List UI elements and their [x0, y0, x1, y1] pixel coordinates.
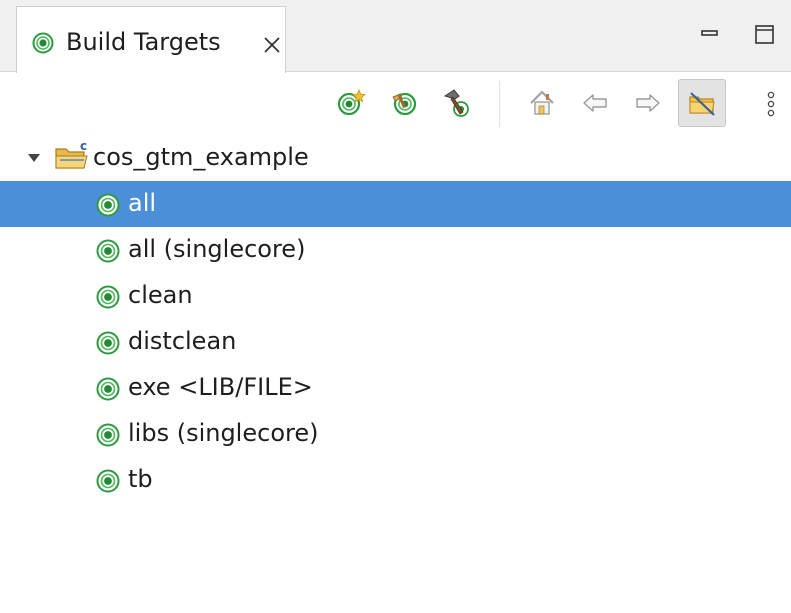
- target-label: all (singlecore): [128, 235, 306, 263]
- home-icon: [530, 90, 554, 115]
- hide-non-build-folders-icon: [689, 92, 715, 116]
- tree-row-target[interactable]: tb: [0, 457, 791, 503]
- c-project-folder-icon: c: [55, 141, 88, 169]
- target-label: clean: [128, 281, 193, 309]
- build-target-icon: [96, 285, 120, 309]
- tab-title: Build Targets: [66, 28, 221, 56]
- view-menu-button[interactable]: [758, 89, 784, 119]
- home-button[interactable]: [518, 79, 566, 127]
- forward-button[interactable]: [624, 79, 672, 127]
- build-target-icon: [96, 377, 120, 401]
- edit-target-button[interactable]: [381, 79, 429, 127]
- project-label: cos_gtm_example: [93, 143, 309, 171]
- new-target-icon: [337, 88, 366, 116]
- tree-row-project[interactable]: c cos_gtm_example: [0, 135, 791, 181]
- maximize-icon[interactable]: [752, 22, 778, 48]
- build-target-icon: [96, 469, 120, 493]
- view-menu-icon: [767, 91, 775, 117]
- expand-arrow-icon[interactable]: [26, 151, 42, 165]
- minimize-icon[interactable]: [697, 22, 723, 48]
- target-label: all: [128, 189, 157, 217]
- build-targets-tree: c cos_gtm_example all all (singlecore) c…: [0, 135, 791, 613]
- toolbar-separator: [499, 81, 500, 127]
- svg-text:c: c: [80, 141, 87, 153]
- build-target-button[interactable]: [432, 79, 480, 127]
- tree-row-target[interactable]: exe <LIB/FILE>: [0, 365, 791, 411]
- forward-arrow-icon: [636, 94, 660, 112]
- build-hammer-icon: [443, 89, 469, 117]
- build-target-icon: [32, 32, 54, 54]
- tree-row-target[interactable]: distclean: [0, 319, 791, 365]
- tree-row-target[interactable]: all: [0, 181, 791, 227]
- build-target-icon: [96, 331, 120, 355]
- build-targets-view: Build Targets c cos_gtm_example all all …: [0, 0, 791, 613]
- target-label: distclean: [128, 327, 237, 355]
- filter-toggle-button[interactable]: [678, 79, 726, 127]
- new-target-button[interactable]: [327, 79, 375, 127]
- tab-build-targets[interactable]: Build Targets: [16, 6, 286, 73]
- target-label: libs (singlecore): [128, 419, 319, 447]
- close-icon[interactable]: [261, 34, 283, 56]
- view-toolbar: [0, 73, 791, 133]
- view-tab-bar: Build Targets: [0, 0, 791, 73]
- target-label: tb: [128, 465, 153, 493]
- back-button[interactable]: [571, 79, 619, 127]
- tree-row-target[interactable]: clean: [0, 273, 791, 319]
- back-arrow-icon: [583, 94, 607, 112]
- build-target-icon: [96, 239, 120, 263]
- tree-row-target[interactable]: all (singlecore): [0, 227, 791, 273]
- edit-target-icon: [392, 92, 417, 116]
- build-target-icon: [96, 193, 120, 217]
- tree-row-target[interactable]: libs (singlecore): [0, 411, 791, 457]
- target-label: exe <LIB/FILE>: [128, 373, 313, 401]
- build-target-icon: [96, 423, 120, 447]
